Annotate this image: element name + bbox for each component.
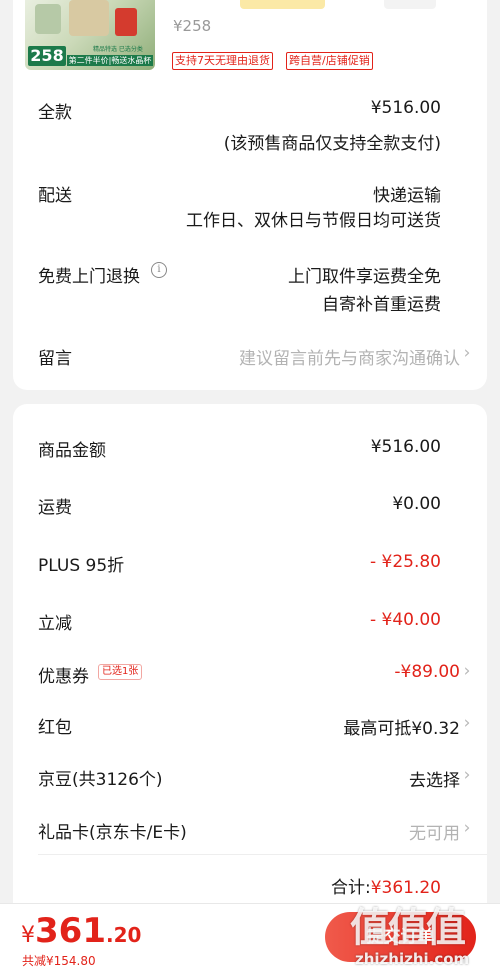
chevron-right-icon: › bbox=[463, 713, 471, 733]
chevron-right-icon: › bbox=[463, 818, 471, 838]
instant-discount-value: - ¥40.00 bbox=[369, 610, 441, 630]
message-label: 留言 bbox=[38, 349, 72, 369]
decorative-accent bbox=[384, 0, 436, 9]
payment-value: ¥516.00 bbox=[370, 98, 441, 118]
goods-amount-label: 商品金额 bbox=[38, 441, 106, 461]
total-amount: ¥361.20 bbox=[21, 911, 141, 951]
chevron-right-icon: › bbox=[463, 661, 471, 681]
coupon-label: 优惠券 bbox=[38, 667, 89, 687]
thumbnail-promo: 第二件半价|畅送水晶杯 bbox=[67, 55, 153, 66]
currency-symbol: ¥ bbox=[21, 923, 35, 948]
jingdou-select[interactable]: 去选择 bbox=[409, 766, 460, 791]
red-packet-label: 红包 bbox=[38, 718, 72, 738]
decorative-accent bbox=[240, 0, 325, 9]
gift-card-label: 礼品卡(京东卡/E卡) bbox=[38, 823, 187, 843]
gift-card-value[interactable]: 无可用 bbox=[409, 819, 460, 844]
total-integer: 361 bbox=[35, 911, 106, 951]
return-value: 上门取件享运费全免 bbox=[288, 267, 441, 287]
jingdou-label: 京豆(共3126个) bbox=[38, 770, 163, 790]
instant-discount-label: 立减 bbox=[38, 614, 72, 634]
product-image-jar bbox=[35, 4, 61, 34]
delivery-label: 配送 bbox=[38, 186, 72, 206]
info-icon[interactable]: i bbox=[151, 262, 167, 278]
chevron-right-icon: › bbox=[463, 765, 471, 785]
return-policy-tag: 支持7天无理由退货 bbox=[172, 52, 273, 70]
payment-note: (该预售商品仅支持全款支付) bbox=[223, 134, 441, 154]
total-decimal: .20 bbox=[105, 923, 142, 947]
delivery-note: 工作日、双休日与节假日均可送货 bbox=[186, 211, 441, 231]
chevron-right-icon: › bbox=[463, 343, 471, 363]
total-saved: 共减¥154.80 bbox=[22, 954, 96, 968]
payment-label: 全款 bbox=[38, 103, 72, 123]
plus-discount-value: - ¥25.80 bbox=[369, 552, 441, 572]
shipping-value: ¥0.00 bbox=[392, 494, 441, 514]
message-input[interactable]: 建议留言前先与商家沟通确认 bbox=[239, 344, 460, 369]
delivery-method[interactable]: 快递运输 bbox=[373, 181, 441, 206]
product-image-box bbox=[69, 0, 109, 36]
watermark-logo: 值值值 bbox=[350, 905, 466, 951]
plus-discount-label: PLUS 95折 bbox=[38, 556, 125, 576]
promotion-tag: 跨自营/店铺促销 bbox=[286, 52, 373, 70]
product-thumbnail[interactable]: 精品特选 已选分类 258 第二件半价|畅送水晶杯 bbox=[25, 0, 155, 70]
shipping-label: 运费 bbox=[38, 498, 72, 518]
red-packet-value[interactable]: 最高可抵¥0.32 bbox=[343, 714, 460, 739]
product-image-label bbox=[115, 8, 137, 36]
watermark-url: zhizhizhi.com bbox=[355, 950, 470, 968]
coupon-value[interactable]: -¥89.00 bbox=[394, 662, 460, 682]
return-note: 自寄补首重运费 bbox=[322, 295, 441, 315]
thumbnail-price: 258 bbox=[28, 46, 66, 66]
coupon-selected-badge: 已选1张 bbox=[98, 664, 143, 680]
product-price: ¥258 bbox=[173, 17, 212, 35]
thumbnail-small-text: 精品特选 已选分类 bbox=[93, 46, 143, 53]
divider bbox=[38, 854, 487, 855]
return-label: 免费上门退换 bbox=[38, 267, 140, 287]
goods-amount-value: ¥516.00 bbox=[370, 437, 441, 457]
